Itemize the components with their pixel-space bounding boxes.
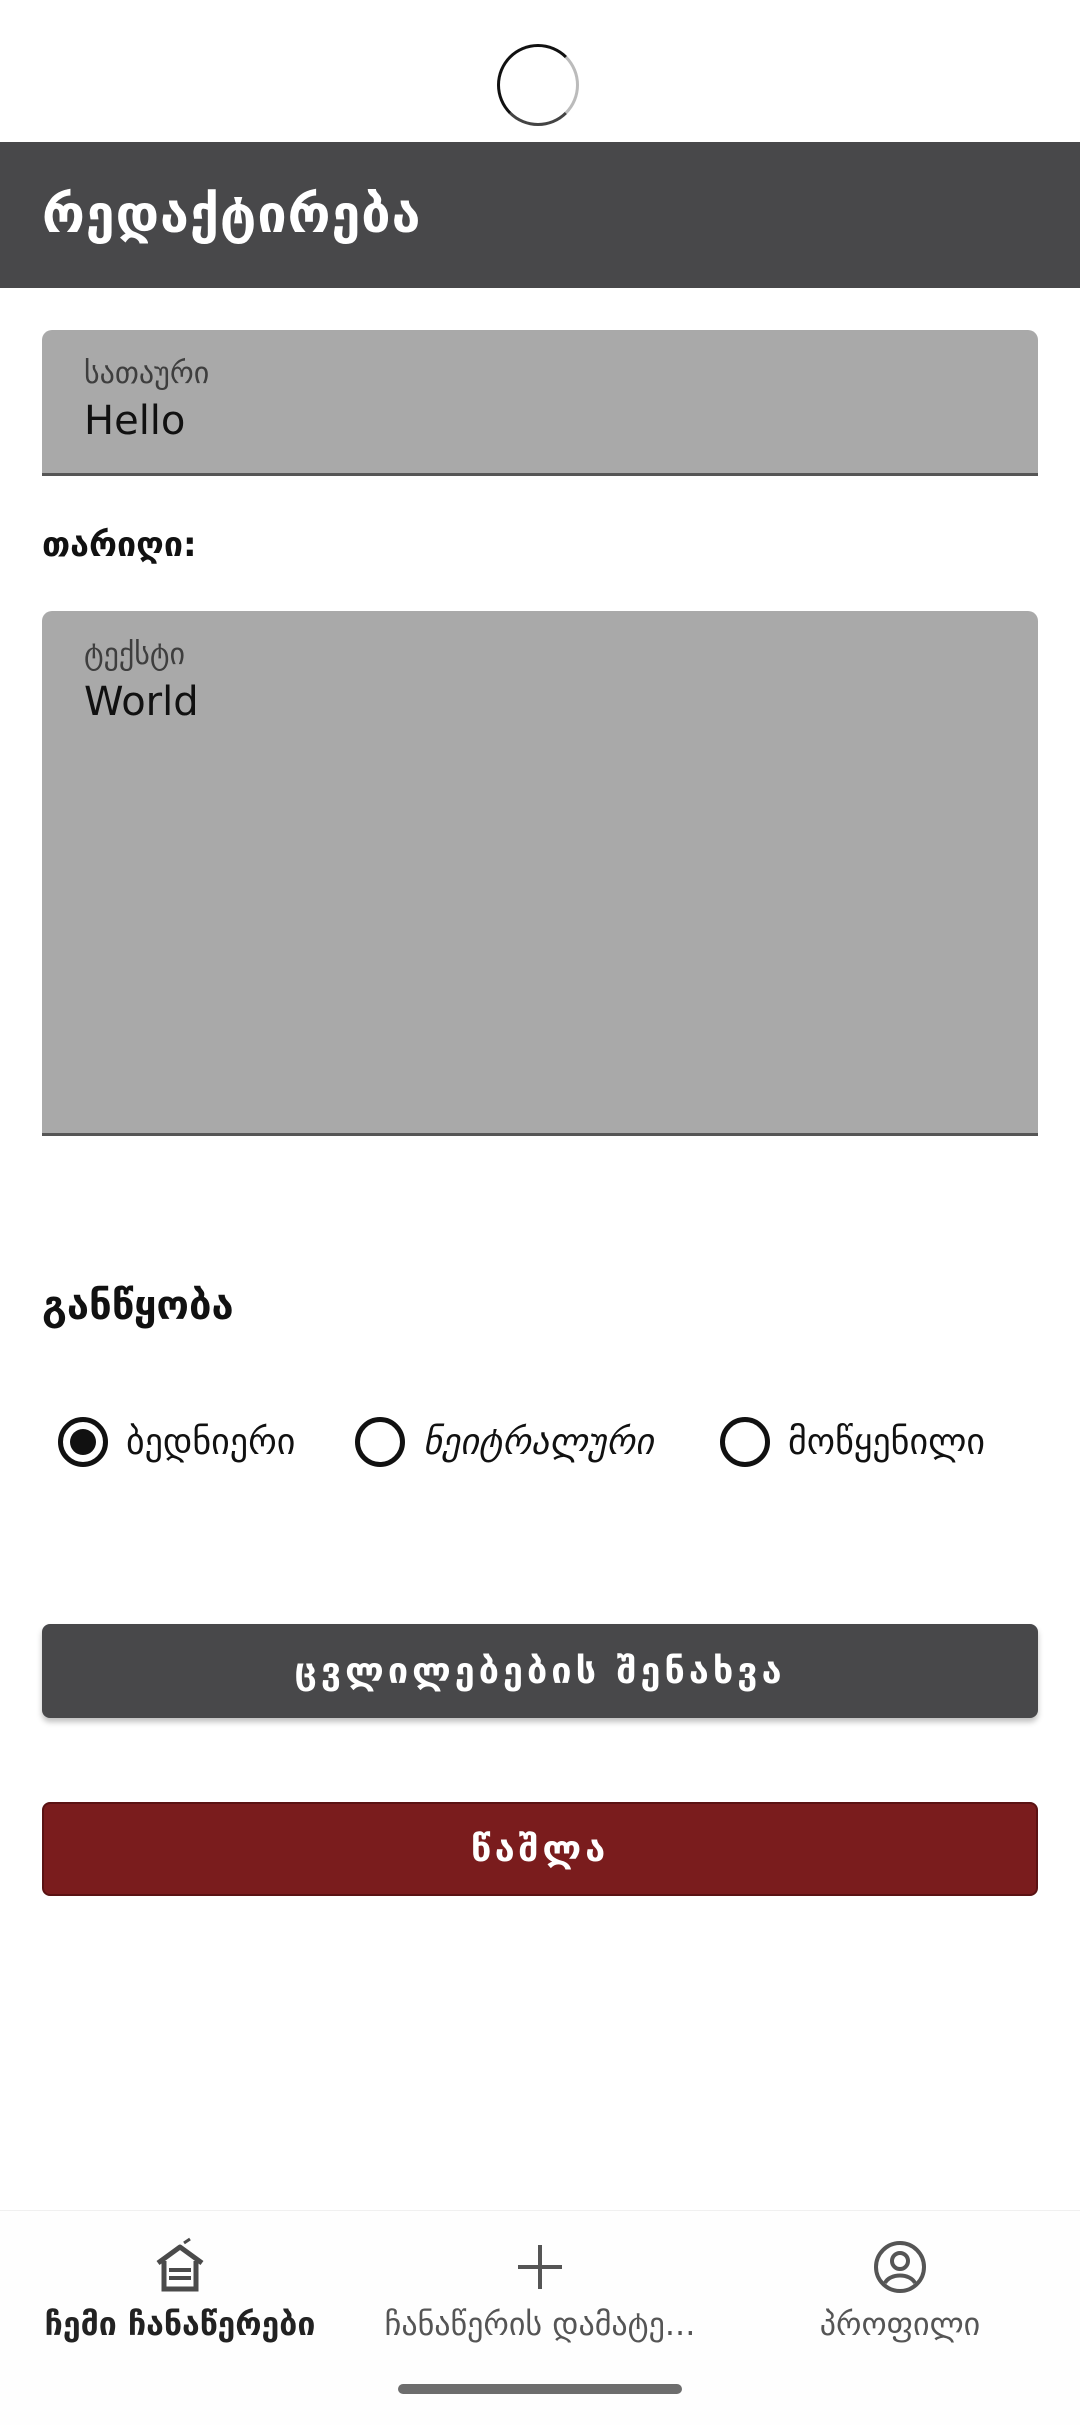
nav-label: პროფილი [819,2305,981,2343]
date-label: თარიღი: [42,525,197,565]
title-field-label: სათაური [84,356,210,391]
nav-label: ჩანაწერის დამატე... [384,2305,696,2343]
nav-label: ჩემი ჩანაწერები [44,2305,316,2343]
nav-item-add-entry[interactable]: ჩანაწერის დამატე... [360,2211,720,2361]
delete-button[interactable]: წაშლა [42,1802,1038,1896]
text-field-value[interactable]: World [84,679,199,725]
radio-button[interactable] [720,1417,770,1467]
mood-option-label: მოწყენილი [788,1421,986,1463]
mood-label: განწყობა [42,1283,234,1329]
home-icon [156,2237,204,2292]
status-bar [0,0,1080,142]
camera-cutout [497,44,579,126]
radio-button[interactable] [355,1417,405,1467]
text-field[interactable]: ტექსტი World [42,611,1038,1136]
nav-item-my-entries[interactable]: ჩემი ჩანაწერები [0,2211,360,2361]
radio-button-selected[interactable] [58,1417,108,1467]
mood-option-happy[interactable]: ბედნიერი [58,1410,295,1474]
mood-radio-group: ბედნიერი ნეიტრალური მოწყენილი [0,1410,1080,1474]
mood-option-label: ბედნიერი [126,1421,296,1463]
home-indicator[interactable] [398,2384,682,2394]
title-field[interactable]: სათაური Hello [42,330,1038,476]
plus-icon [518,2245,562,2289]
nav-item-profile[interactable]: პროფილი [720,2211,1080,2361]
mood-option-neutral[interactable]: ნეიტრალური [355,1410,654,1474]
text-field-label: ტექსტი [84,637,186,672]
account-circle-icon [874,2241,926,2293]
app-bar: რედაქტირება [0,142,1080,288]
title-field-value[interactable]: Hello [84,398,185,444]
mood-option-label: ნეიტრალური [423,1421,654,1463]
save-changes-button[interactable]: ცვლილებების შენახვა [42,1624,1038,1718]
mood-option-sad[interactable]: მოწყენილი [720,1410,985,1474]
page-title: რედაქტირება [42,185,422,245]
